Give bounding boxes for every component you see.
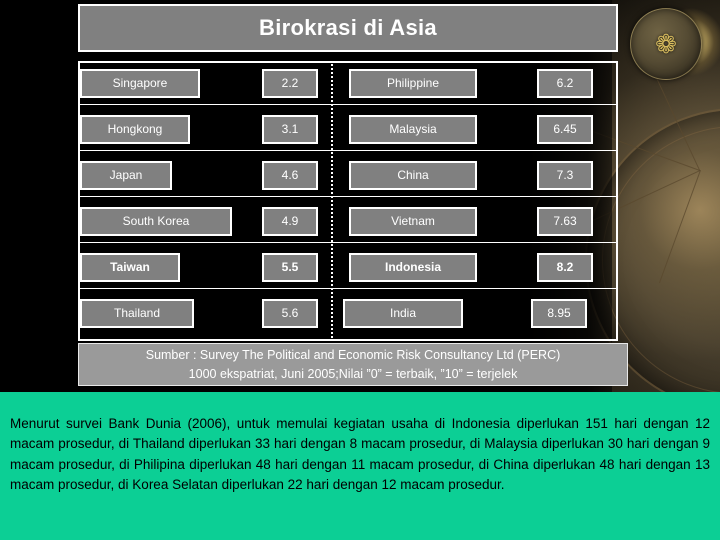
source-line-1: Sumber : Survey The Political and Econom… xyxy=(145,348,561,363)
table-row-right-half: China 7.3 xyxy=(331,154,616,196)
table-row: Hongkong 3.1 Malaysia 6.45 xyxy=(80,108,616,151)
country-score-cell: 4.9 xyxy=(262,206,318,236)
source-note-bar: Sumber : Survey The Political and Econom… xyxy=(78,343,628,386)
table-row-right-half: Malaysia 6.45 xyxy=(331,108,616,150)
country-name-cell: Thailand xyxy=(80,298,194,328)
table-row-right-half: Vietnam 7.63 xyxy=(331,200,616,242)
table-row-left-half: Thailand 5.6 xyxy=(80,292,331,334)
country-name-cell: Indonesia xyxy=(349,252,477,282)
table-row: Singapore 2.2 Philippine 6.2 xyxy=(80,62,616,105)
country-score-cell: 2.2 xyxy=(262,68,318,98)
slide-canvas: ❁ Birokrasi di Asia Singapore 2.2 Philippi… xyxy=(0,0,720,540)
country-score-cell: 7.63 xyxy=(537,206,593,236)
country-score-cell: 7.3 xyxy=(537,160,593,190)
table-row-left-half: Taiwan 5.5 xyxy=(80,246,331,288)
country-score-cell: 6.2 xyxy=(537,68,593,98)
country-name-cell: Philippine xyxy=(349,68,477,98)
table-row-left-half: Hongkong 3.1 xyxy=(80,108,331,150)
table-row: South Korea 4.9 Vietnam 7.63 xyxy=(80,200,616,243)
table-row-right-half: India 8.95 xyxy=(331,292,616,334)
table-row-left-half: Singapore 2.2 xyxy=(80,62,331,104)
country-score-cell: 3.1 xyxy=(262,114,318,144)
table-row: Japan 4.6 China 7.3 xyxy=(80,154,616,197)
table-row-right-half: Philippine 6.2 xyxy=(331,62,616,104)
country-name-cell: China xyxy=(349,160,477,190)
country-name-cell: India xyxy=(343,298,463,328)
country-name-cell: Singapore xyxy=(80,68,200,98)
country-score-cell: 8.95 xyxy=(531,298,587,328)
note-paragraph: Menurut survei Bank Dunia (2006), untuk … xyxy=(10,415,710,493)
table-row-right-half: Indonesia 8.2 xyxy=(331,246,616,288)
country-score-cell: 5.5 xyxy=(262,252,318,282)
note-panel: Menurut survei Bank Dunia (2006), untuk … xyxy=(0,392,720,540)
country-score-cell: 8.2 xyxy=(537,252,593,282)
slide-title-bar: Birokrasi di Asia xyxy=(78,4,618,52)
source-line-2: 1000 ekspatriat, Juni 2005;Nilai ”0” = t… xyxy=(188,366,518,381)
country-name-cell: Vietnam xyxy=(349,206,477,236)
country-score-cell: 4.6 xyxy=(262,160,318,190)
country-name-cell: Malaysia xyxy=(349,114,477,144)
country-name-cell: Japan xyxy=(80,160,172,190)
country-name-cell: Taiwan xyxy=(80,252,180,282)
country-score-cell: 6.45 xyxy=(537,114,593,144)
country-name-cell: Hongkong xyxy=(80,114,190,144)
coin-crest-glyph: ❁ xyxy=(655,29,677,59)
rupiah-coin-icon: ❁ xyxy=(630,8,702,80)
table-row: Thailand 5.6 India 8.95 xyxy=(80,292,616,334)
table-row-left-half: Japan 4.6 xyxy=(80,154,331,196)
table-row: Taiwan 5.5 Indonesia 8.2 xyxy=(80,246,616,289)
table-row-left-half: South Korea 4.9 xyxy=(80,200,331,242)
page-title: Birokrasi di Asia xyxy=(259,15,437,40)
country-name-cell: South Korea xyxy=(80,206,232,236)
country-score-cell: 5.6 xyxy=(262,298,318,328)
